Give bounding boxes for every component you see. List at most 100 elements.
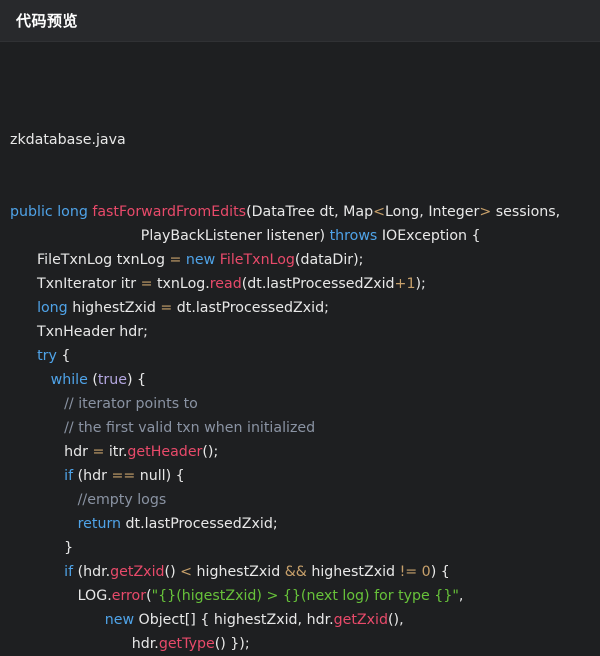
code-token: FileTxnLog txnLog bbox=[10, 252, 170, 268]
code-token: () bbox=[164, 564, 181, 580]
code-token: () }); bbox=[214, 636, 250, 652]
code-line: // iterator points to bbox=[10, 392, 600, 416]
code-token: fastForwardFromEdits bbox=[92, 204, 247, 220]
code-line: hdr = itr.getHeader(); bbox=[10, 440, 600, 464]
code-token: ) { bbox=[430, 564, 450, 580]
code-token: read bbox=[209, 276, 242, 292]
code-token: FileTxnLog bbox=[219, 252, 295, 268]
code-line: } bbox=[10, 536, 600, 560]
code-token: long bbox=[37, 300, 68, 316]
code-token: null) { bbox=[135, 468, 185, 484]
code-token: < bbox=[180, 564, 193, 580]
code-token: itr. bbox=[104, 444, 128, 460]
code-token: sessions, bbox=[491, 204, 561, 220]
code-line: long highestZxid = dt.lastProcessedZxid; bbox=[10, 296, 600, 320]
code-token: long bbox=[57, 204, 88, 220]
code-token: 0 bbox=[421, 564, 431, 580]
code-token: { bbox=[56, 348, 71, 364]
header-title: 代码预览 bbox=[16, 12, 79, 30]
code-token: highestZxid bbox=[306, 564, 400, 580]
code-line: if (hdr.getZxid() < highestZxid && highe… bbox=[10, 560, 600, 584]
code-token: public bbox=[10, 204, 53, 220]
code-token: = bbox=[169, 252, 182, 268]
code-token: throws bbox=[329, 228, 378, 244]
code-token: (hdr bbox=[73, 468, 112, 484]
code-token: try bbox=[37, 348, 57, 364]
code-line: FileTxnLog txnLog = new FileTxnLog(dataD… bbox=[10, 248, 600, 272]
code-token: } bbox=[10, 540, 74, 556]
code-token: LOG. bbox=[10, 588, 112, 604]
code-token: ); bbox=[415, 276, 426, 292]
code-token: ( bbox=[87, 372, 98, 388]
code-token: // iterator points to bbox=[64, 396, 198, 412]
code-line: public long fastForwardFromEdits(DataTre… bbox=[10, 200, 600, 224]
code-token: highestZxid bbox=[67, 300, 161, 316]
code-token: + bbox=[394, 276, 407, 292]
code-token: = bbox=[160, 300, 173, 316]
code-token: IOException { bbox=[377, 228, 481, 244]
code-token: TxnHeader hdr; bbox=[10, 324, 148, 340]
code-token: ) { bbox=[126, 372, 147, 388]
code-token: = bbox=[140, 276, 153, 292]
code-line: LOG.error("{}(higestZxid) > {}(next log)… bbox=[10, 584, 600, 608]
code-token: PlayBackListener listener) bbox=[10, 228, 330, 244]
code-token: error bbox=[111, 588, 147, 604]
code-token: if bbox=[64, 564, 74, 580]
code-token: dt.lastProcessedZxid; bbox=[121, 516, 278, 532]
code-line: hdr.getType() }); bbox=[10, 632, 600, 656]
code-token: (dataDir); bbox=[294, 252, 364, 268]
code-token: dt.lastProcessedZxid; bbox=[172, 300, 329, 316]
code-token: hdr. bbox=[10, 636, 159, 652]
code-token: < bbox=[373, 204, 385, 220]
code-line: while (true) { bbox=[10, 368, 600, 392]
code-line: TxnIterator itr = txnLog.read(dt.lastPro… bbox=[10, 272, 600, 296]
code-token: "{}(higestZxid) > {}(next log) for type … bbox=[151, 588, 459, 604]
code-token: //empty logs bbox=[77, 492, 167, 508]
code-token: getZxid bbox=[333, 612, 388, 628]
code-line: return dt.lastProcessedZxid; bbox=[10, 512, 600, 536]
code-token: == bbox=[111, 468, 136, 484]
code-token: Long, Integer bbox=[384, 204, 480, 220]
code-line: TxnHeader hdr; bbox=[10, 320, 600, 344]
code-token: (DataTree dt, Map bbox=[246, 204, 374, 220]
code-block: zkdatabase.java public long fastForwardF… bbox=[0, 42, 600, 656]
code-line: //empty logs bbox=[10, 488, 600, 512]
code-token: return bbox=[77, 516, 122, 532]
code-token: hdr bbox=[10, 444, 93, 460]
code-token: getZxid bbox=[110, 564, 165, 580]
code-token: Object[] { highestZxid, hdr. bbox=[134, 612, 334, 628]
code-filename: zkdatabase.java bbox=[10, 132, 126, 148]
code-token: while bbox=[50, 372, 88, 388]
code-line: // the first valid txn when initialized bbox=[10, 416, 600, 440]
code-token: = bbox=[92, 444, 105, 460]
code-token: (), bbox=[388, 612, 404, 628]
code-line: try { bbox=[10, 344, 600, 368]
code-token: getHeader bbox=[127, 444, 203, 460]
code-token: > bbox=[479, 204, 492, 220]
code-token: getType bbox=[158, 636, 215, 652]
code-token: TxnIterator itr bbox=[10, 276, 141, 292]
code-token: true bbox=[97, 372, 127, 388]
code-token: (dt.lastProcessedZxid bbox=[241, 276, 395, 292]
code-token: txnLog. bbox=[152, 276, 210, 292]
code-token: != bbox=[399, 564, 418, 580]
code-token: new bbox=[104, 612, 135, 628]
code-line: new Object[] { highestZxid, hdr.getZxid(… bbox=[10, 608, 600, 632]
code-token: highestZxid bbox=[192, 564, 285, 580]
code-line: PlayBackListener listener) throws IOExce… bbox=[10, 224, 600, 248]
code-token: (); bbox=[202, 444, 219, 460]
code-line: if (hdr == null) { bbox=[10, 464, 600, 488]
code-token: (hdr. bbox=[73, 564, 111, 580]
preview-header: 代码预览 bbox=[0, 0, 600, 42]
code-token: && bbox=[284, 564, 307, 580]
